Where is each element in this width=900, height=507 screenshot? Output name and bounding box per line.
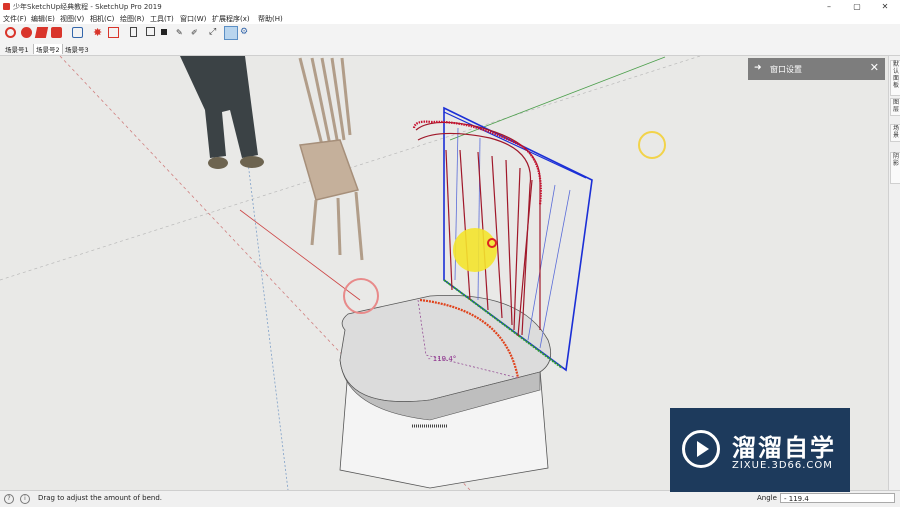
click-ring-red — [343, 278, 379, 314]
tray-close-icon[interactable]: ✕ — [870, 61, 879, 74]
expand-icon[interactable]: ⤢ — [209, 27, 220, 38]
tray-tab-shadows[interactable]: 阴影 — [890, 152, 900, 184]
minimize-icon[interactable]: – — [814, 0, 844, 13]
window-title: 少年SketchUp经典教程 - SketchUp Pro 2019 — [13, 3, 162, 11]
status-bar: ? i Drag to adjust the amount of bend. A… — [0, 490, 900, 507]
menu-file[interactable]: 文件(F) — [3, 14, 27, 24]
toolbar: ✸ ✎ ✐ ⤢ ⚙ — [0, 24, 900, 44]
print-icon[interactable] — [72, 27, 83, 38]
scene-tabs: 场景号1 场景号2 场景号3 — [0, 43, 900, 56]
status-hint: Drag to adjust the amount of bend. — [38, 494, 162, 502]
menu-extensions[interactable]: 扩展程序(x) — [212, 14, 250, 24]
page-icon[interactable] — [130, 27, 137, 37]
menu-edit[interactable]: 编辑(E) — [31, 14, 55, 24]
measurements-label: Angle — [757, 494, 777, 502]
measurements-input[interactable]: - 119.4 — [780, 493, 895, 503]
tab-scene-3[interactable]: 场景号3 — [63, 44, 91, 54]
eraser-icon[interactable] — [21, 27, 32, 38]
tab-scene-2[interactable]: 场景号2 — [33, 44, 63, 54]
title-bar: 少年SketchUp经典教程 - SketchUp Pro 2019 – ▢ ✕ — [0, 0, 900, 13]
pencil-icon[interactable]: ✐ — [191, 27, 202, 38]
tray-title: 窗口设置 — [770, 65, 802, 74]
close-icon[interactable]: ✕ — [870, 0, 900, 13]
watermark-name: 溜溜自学 — [732, 434, 836, 462]
folder-icon[interactable] — [34, 27, 49, 38]
tray-window-settings[interactable]: ➜ 窗口设置 ✕ — [748, 58, 885, 80]
play-logo-icon — [682, 430, 720, 468]
component-icon[interactable] — [108, 27, 119, 38]
menu-camera[interactable]: 相机(C) — [90, 14, 114, 24]
camera-icon[interactable] — [51, 27, 62, 38]
right-tray-tabs: 默认面板 图层 场景 阴影 — [888, 56, 900, 490]
arrow-right-icon: ➜ — [754, 63, 762, 73]
app-icon — [3, 3, 10, 10]
wooden-chair — [298, 57, 364, 261]
menu-window[interactable]: 窗口(W) — [180, 14, 206, 24]
stop-icon[interactable] — [161, 29, 167, 35]
info-icon[interactable]: ? — [4, 494, 14, 504]
person-figure — [180, 56, 264, 169]
menu-help[interactable]: 帮助(H) — [258, 14, 283, 24]
tab-scene-1[interactable]: 场景号1 — [3, 44, 31, 54]
select-icon[interactable] — [5, 27, 16, 38]
menu-view[interactable]: 视图(V) — [60, 14, 84, 24]
menu-tools[interactable]: 工具(T) — [150, 14, 174, 24]
layers-icon[interactable] — [224, 26, 238, 40]
cursor-highlight — [453, 228, 497, 272]
maximize-icon[interactable]: ▢ — [842, 0, 872, 13]
angle-annotation: - 119.4° — [428, 355, 456, 363]
watermark-logo: 溜溜自学 ZIXUE.3D66.COM — [670, 408, 850, 492]
menu-draw[interactable]: 绘图(R) — [120, 14, 144, 24]
click-ring-yellow — [638, 131, 666, 159]
menu-bar: 文件(F) 编辑(E) 视图(V) 相机(C) 绘图(R) 工具(T) 窗口(W… — [0, 13, 900, 24]
tray-tab-default[interactable]: 默认面板 — [890, 60, 900, 96]
tray-tab-scenes[interactable]: 场景 — [890, 124, 900, 142]
geo-icon[interactable]: i — [20, 494, 30, 504]
gear-icon[interactable]: ⚙ — [240, 27, 251, 38]
pen-icon[interactable]: ✎ — [176, 27, 187, 38]
tray-tab-layers[interactable]: 图层 — [890, 98, 900, 116]
settings-icon[interactable]: ✸ — [93, 27, 104, 38]
rectangle-icon[interactable] — [146, 27, 155, 36]
watermark-url: ZIXUE.3D66.COM — [732, 460, 833, 471]
red-axis — [239, 209, 361, 301]
